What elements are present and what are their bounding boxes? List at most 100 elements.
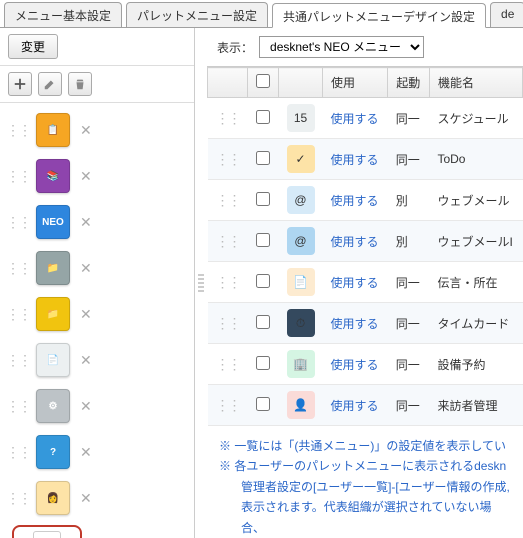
row-checkbox[interactable] [256, 192, 270, 206]
launch-cell: 別 [388, 180, 430, 221]
use-link[interactable]: 使用する [331, 112, 379, 126]
remove-icon[interactable]: ✕ [80, 444, 92, 461]
display-select[interactable]: desknet's NEO メニュー [259, 36, 424, 58]
table-row: ⋮⋮@使用する別ウェブメール [208, 180, 523, 221]
tab-palette-settings[interactable]: パレットメニュー設定 [126, 2, 268, 27]
drag-handle-icon[interactable]: ⋮⋮ [216, 110, 240, 126]
feature-icon: ⏱ [287, 309, 315, 337]
row-checkbox[interactable] [256, 356, 270, 370]
icon-row-document[interactable]: ⋮⋮📄✕ [6, 337, 188, 383]
icon-row-gear[interactable]: ⋮⋮ ⚙ ✕ [6, 383, 188, 429]
col-name[interactable]: 機能名 [429, 68, 522, 98]
remove-icon[interactable]: ✕ [80, 352, 92, 369]
drag-handle-icon[interactable]: ⋮⋮ [6, 444, 30, 461]
name-cell: タイムカード [429, 303, 522, 344]
launch-cell: 同一 [388, 262, 430, 303]
drag-handle-icon[interactable]: ⋮⋮ [6, 122, 30, 139]
icon-row-books[interactable]: ⋮⋮ 📚 ✕ [6, 153, 188, 199]
use-link[interactable]: 使用する [331, 194, 379, 208]
table-row: ⋮⋮ 🏢 使用する同一設備予約 [208, 344, 523, 385]
use-link[interactable]: 使用する [331, 153, 379, 167]
note-line: 各ユーザーのパレットメニューに表示されるdeskn [234, 459, 506, 473]
menu-table: 使用 起動 機能名 ⋮⋮15使用する同一スケジュール⋮⋮✓使用する同一ToDo⋮… [207, 67, 523, 426]
drag-handle-icon[interactable]: ⋮⋮ [216, 192, 240, 208]
tab-extra[interactable]: de [490, 2, 523, 27]
table-row: ⋮⋮@使用する別ウェブメールI [208, 221, 523, 262]
app-icon-gear: ⚙ [36, 389, 70, 423]
name-cell: スケジュール [429, 98, 522, 139]
row-checkbox[interactable] [256, 233, 270, 247]
remove-icon[interactable]: ✕ [80, 122, 92, 139]
drag-handle-icon[interactable]: ⋮⋮ [216, 315, 240, 331]
drag-handle-icon[interactable]: ⋮⋮ [216, 233, 240, 249]
tab-common-palette-design[interactable]: 共通パレットメニューデザイン設定 [272, 3, 486, 28]
col-use[interactable]: 使用 [323, 68, 388, 98]
table-row: ⋮⋮✓使用する同一ToDo [208, 139, 523, 180]
app-icon-help: ? [36, 435, 70, 469]
select-all-checkbox[interactable] [256, 74, 270, 88]
remove-icon[interactable]: ✕ [80, 490, 92, 507]
icon-row-calendar[interactable]: ⋮⋮ 📋 ✕ [6, 107, 188, 153]
icon-row-neo[interactable]: ⋮⋮ NEO ✕ [6, 199, 188, 245]
text-tool-icon: T [33, 531, 61, 538]
remove-icon[interactable]: ✕ [80, 168, 92, 185]
remove-icon[interactable]: ✕ [80, 260, 92, 277]
name-cell: 伝言・所在 [429, 262, 522, 303]
notes: ※ 一覧には「(共通メニュー)」の設定値を表示してい ※ 各ユーザーのパレットメ… [207, 426, 523, 538]
icon-row-folder-gray[interactable]: ⋮⋮📁✕ [6, 245, 188, 291]
col-icon [279, 68, 323, 98]
add-button[interactable] [8, 72, 32, 96]
drag-handle-icon[interactable]: ⋮⋮ [6, 214, 30, 231]
drag-handle-icon[interactable]: ⋮⋮ [6, 352, 30, 369]
drag-handle-icon[interactable]: ⋮⋮ [6, 306, 30, 323]
icon-toolbar [0, 66, 194, 103]
name-cell: 来訪者管理 [429, 385, 522, 426]
right-panel: 表示： desknet's NEO メニュー 使用 起動 機能名 ⋮⋮15使 [207, 28, 523, 538]
drag-handle-icon[interactable]: ⋮⋮ [216, 397, 240, 413]
edit-button[interactable] [38, 72, 62, 96]
drag-handle-icon[interactable]: ⋮⋮ [216, 151, 240, 167]
row-checkbox[interactable] [256, 151, 270, 165]
app-icon-calendar: 📋 [36, 113, 70, 147]
col-launch[interactable]: 起動 [388, 68, 430, 98]
remove-icon[interactable]: ✕ [80, 398, 92, 415]
launch-cell: 同一 [388, 303, 430, 344]
splitter[interactable] [195, 28, 207, 538]
drag-handle-icon[interactable]: ⋮⋮ [6, 168, 30, 185]
row-checkbox[interactable] [256, 397, 270, 411]
table-row: ⋮⋮📄使用する同一伝言・所在 [208, 262, 523, 303]
icon-row-operator[interactable]: ⋮⋮👩✕ [6, 475, 188, 521]
remove-icon[interactable]: ✕ [80, 214, 92, 231]
icon-row-folder-yellow[interactable]: ⋮⋮📁✕ [6, 291, 188, 337]
row-checkbox[interactable] [256, 110, 270, 124]
drag-handle-icon[interactable]: ⋮⋮ [216, 356, 240, 372]
splitter-grip-icon [198, 263, 204, 303]
row-checkbox[interactable] [256, 315, 270, 329]
note-marker: ※ [219, 459, 231, 473]
change-button[interactable]: 変更 [8, 34, 58, 59]
icon-row-help[interactable]: ⋮⋮? ✕ [6, 429, 188, 475]
note-line: 一覧には「(共通メニュー)」の設定値を表示してい [234, 439, 506, 453]
app-icon-neo: NEO [36, 205, 70, 239]
use-link[interactable]: 使用する [331, 399, 379, 413]
drag-handle-icon[interactable]: ⋮⋮ [6, 398, 30, 415]
remove-icon[interactable]: ✕ [80, 306, 92, 323]
row-checkbox[interactable] [256, 274, 270, 288]
table-row: ⋮⋮ ⏱ 使用する同一タイムカード [208, 303, 523, 344]
drag-handle-icon[interactable]: ⋮⋮ [6, 490, 30, 507]
use-link[interactable]: 使用する [331, 276, 379, 290]
icon-list: ⋮⋮📋✕⋮⋮📚✕⋮⋮NEO✕⋮⋮📁✕⋮⋮📁✕⋮⋮📄✕⋮⋮⚙✕⋮⋮?✕⋮⋮👩✕T [0, 103, 194, 538]
text-tool[interactable]: T [12, 525, 82, 538]
tab-basic-settings[interactable]: メニュー基本設定 [4, 2, 122, 27]
name-cell: 設備予約 [429, 344, 522, 385]
use-link[interactable]: 使用する [331, 358, 379, 372]
pencil-icon [43, 77, 57, 91]
launch-cell: 同一 [388, 344, 430, 385]
use-link[interactable]: 使用する [331, 235, 379, 249]
use-link[interactable]: 使用する [331, 317, 379, 331]
feature-icon: 🏢 [287, 350, 315, 378]
drag-handle-icon[interactable]: ⋮⋮ [6, 260, 30, 277]
drag-handle-icon[interactable]: ⋮⋮ [216, 274, 240, 290]
app-icon-books: 📚 [36, 159, 70, 193]
delete-button[interactable] [68, 72, 92, 96]
